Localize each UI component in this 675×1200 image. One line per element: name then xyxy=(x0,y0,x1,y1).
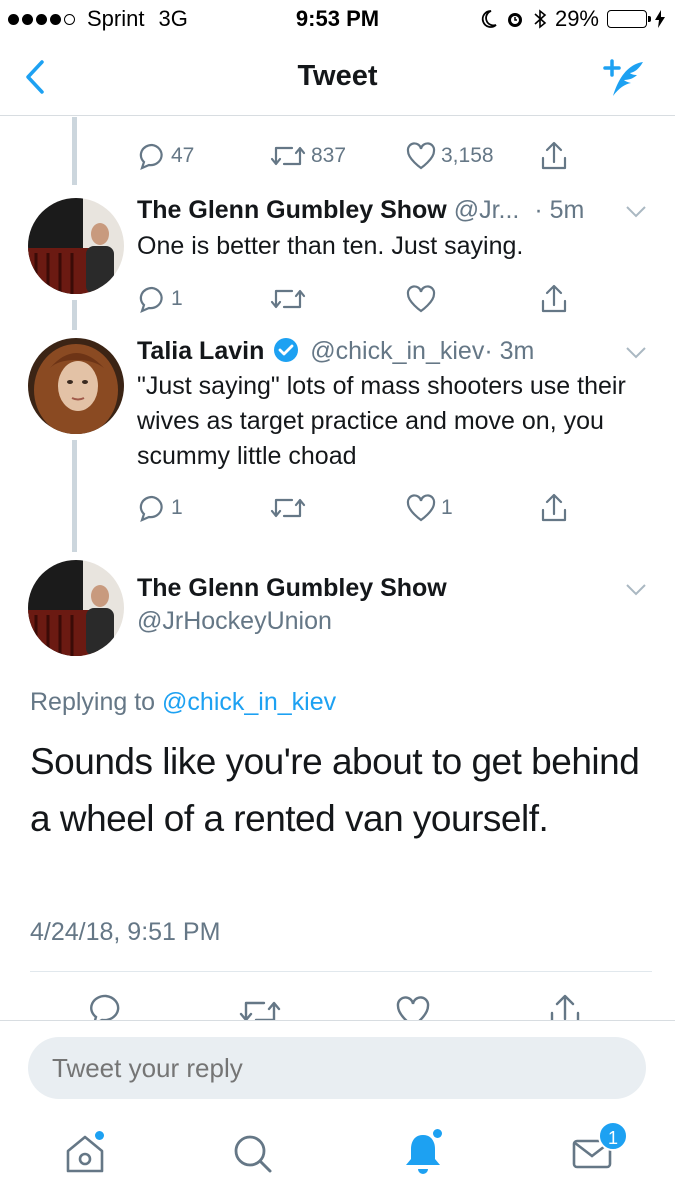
bluetooth-icon xyxy=(534,9,547,29)
avatar-photo xyxy=(28,198,124,294)
main-tweet-handle[interactable]: @JrHockeyUnion xyxy=(137,607,332,636)
heart-icon xyxy=(406,494,436,522)
chevron-down-icon[interactable] xyxy=(625,205,647,219)
tweet-time: · 3m xyxy=(484,337,535,365)
display-name[interactable]: The Glenn Gumbley Show xyxy=(137,196,447,224)
like-button[interactable]: 3,158 xyxy=(405,141,494,171)
nav-bar: Tweet xyxy=(0,40,675,116)
like-count: 1 xyxy=(441,496,453,519)
notifications-new-indicator xyxy=(433,1129,442,1138)
display-name[interactable]: The Glenn Gumbley Show xyxy=(137,574,447,602)
retweet-button[interactable] xyxy=(269,493,307,523)
retweet-icon[interactable] xyxy=(238,995,282,1020)
tweet-header: Talia Lavin @chick_in_kiev· 3m xyxy=(137,337,534,366)
reply-input[interactable] xyxy=(28,1037,646,1099)
thread-line-top xyxy=(72,117,77,185)
avatar[interactable] xyxy=(28,198,124,294)
reply-button[interactable]: 47 xyxy=(137,141,194,171)
share-button[interactable] xyxy=(539,492,569,524)
reply-button[interactable]: 1 xyxy=(137,284,183,314)
replying-to-mention[interactable]: @chick_in_kiev xyxy=(162,688,336,716)
share-icon xyxy=(541,493,567,522)
retweet-button[interactable]: 837 xyxy=(269,141,346,171)
heart-icon xyxy=(406,142,436,170)
share-icon[interactable] xyxy=(548,993,582,1020)
reply-count: 1 xyxy=(171,496,183,519)
battery-icon xyxy=(607,10,651,28)
tweet-actions: 1 1 xyxy=(137,490,577,526)
divider xyxy=(30,971,652,972)
tweet-text: One is better than ten. Just saying. xyxy=(137,232,524,260)
reply-icon xyxy=(139,495,163,522)
compose-tweet-icon[interactable] xyxy=(599,54,649,102)
chevron-down-icon[interactable] xyxy=(625,346,647,360)
tweet-time: · 5m xyxy=(534,196,585,224)
like-button[interactable] xyxy=(405,284,437,314)
page-title: Tweet xyxy=(297,60,378,92)
charging-bolt-icon xyxy=(655,10,665,28)
status-right: 29% xyxy=(479,6,665,32)
retweet-icon xyxy=(270,498,306,518)
verified-badge-icon xyxy=(274,338,299,362)
replying-prefix: Replying to xyxy=(30,688,156,716)
heart-icon xyxy=(406,285,436,313)
chevron-down-icon[interactable] xyxy=(625,583,647,597)
retweet-count: 837 xyxy=(311,144,347,167)
reply-icon[interactable] xyxy=(88,993,124,1020)
retweet-button[interactable] xyxy=(269,284,307,314)
reply-button[interactable]: 1 xyxy=(137,493,183,523)
thread-line-middle xyxy=(72,300,77,330)
reply-icon xyxy=(139,143,163,170)
retweet-icon xyxy=(270,289,306,309)
user-handle[interactable]: @Jr... xyxy=(454,196,520,224)
reply-icon xyxy=(139,286,163,313)
tab-bar: 1 xyxy=(0,1115,675,1200)
tweet-actions: 1 xyxy=(137,281,577,317)
user-handle[interactable]: @JrHockeyUnion xyxy=(137,607,332,635)
tweet-header: The Glenn Gumbley Show @Jr... · 5m xyxy=(137,196,584,225)
main-tweet-name[interactable]: The Glenn Gumbley Show xyxy=(137,574,447,603)
search-icon[interactable] xyxy=(228,1129,278,1179)
main-tweet-text: Sounds like you're about to get behind a… xyxy=(30,741,640,839)
reply-bar xyxy=(0,1020,675,1115)
status-bar: Sprint 3G 9:53 PM 29% xyxy=(0,0,675,40)
retweet-icon xyxy=(270,146,306,166)
tweet-text: "Just saying" lots of mass shooters use … xyxy=(137,372,626,470)
avatar[interactable] xyxy=(28,560,124,656)
replying-to: Replying to @chick_in_kiev xyxy=(30,688,336,717)
share-icon xyxy=(541,141,567,170)
heart-icon[interactable] xyxy=(394,995,432,1020)
avatar-photo xyxy=(28,560,124,656)
reply-count: 47 xyxy=(171,144,195,167)
like-count: 3,158 xyxy=(441,144,494,167)
alarm-icon xyxy=(507,13,522,27)
share-icon xyxy=(541,284,567,313)
moon-icon xyxy=(481,10,497,28)
tweet-actions-top: 47 837 3,158 xyxy=(137,138,577,174)
display-name[interactable]: Talia Lavin xyxy=(137,337,264,365)
user-handle[interactable]: @chick_in_kiev xyxy=(310,337,484,365)
thread-line-bottom xyxy=(72,440,77,552)
reply-count: 1 xyxy=(171,287,183,310)
main-tweet-actions xyxy=(0,993,675,1020)
share-button[interactable] xyxy=(539,283,569,315)
battery-percent: 29% xyxy=(554,6,599,31)
avatar[interactable] xyxy=(28,338,124,434)
tweet-timestamp: 4/24/18, 9:51 PM xyxy=(30,918,221,946)
share-button[interactable] xyxy=(539,140,569,172)
messages-badge: 1 xyxy=(598,1121,628,1151)
home-new-indicator xyxy=(95,1131,104,1140)
avatar-photo xyxy=(28,338,124,434)
like-button[interactable]: 1 xyxy=(405,493,453,523)
